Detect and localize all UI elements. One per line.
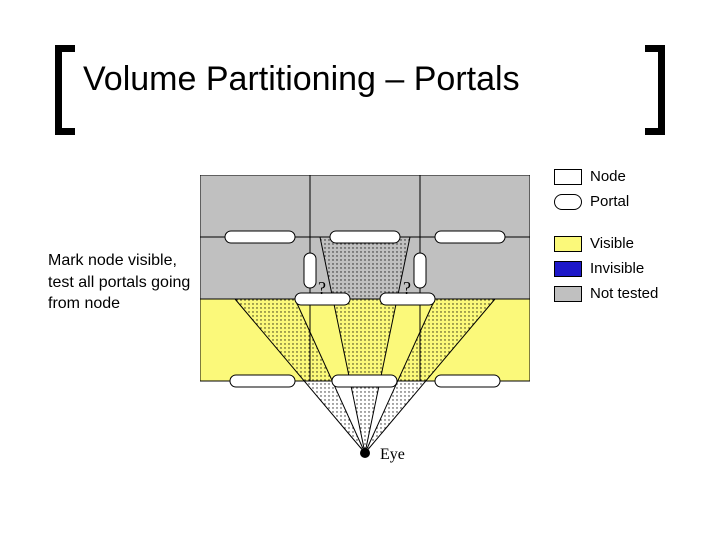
legend-portal-swatch <box>554 194 582 210</box>
cell-mid-right <box>420 237 530 299</box>
title-frame: Volume Partitioning – Portals <box>55 55 665 135</box>
question-mark-left: ? <box>318 278 326 298</box>
portal-v2 <box>414 253 426 288</box>
legend-nottested-swatch <box>554 286 582 302</box>
legend-node-label: Node <box>590 168 626 185</box>
legend-portal-label: Portal <box>590 193 629 210</box>
cell-top-left <box>200 175 310 237</box>
bracket-left-icon <box>55 45 75 135</box>
legend-visible-swatch <box>554 236 582 252</box>
portal-b3 <box>435 375 500 387</box>
legend-nottested: Not tested <box>554 285 658 302</box>
portal-v1 <box>304 253 316 288</box>
slide-title: Volume Partitioning – Portals <box>83 60 520 99</box>
legend-node-swatch <box>554 169 582 185</box>
legend-invisible: Invisible <box>554 260 644 277</box>
cell-top-mid <box>310 175 420 237</box>
portal-t2 <box>330 231 400 243</box>
eye-label: Eye <box>380 446 405 463</box>
bracket-right-icon <box>645 45 665 135</box>
portal-diagram: ? ? Eye <box>200 175 530 495</box>
portal-t3 <box>435 231 505 243</box>
legend-visible: Visible <box>554 235 634 252</box>
legend-invisible-swatch <box>554 261 582 277</box>
question-mark-right: ? <box>403 278 411 298</box>
cell-mid-left <box>200 237 310 299</box>
eye-icon <box>360 448 370 458</box>
portal-t1 <box>225 231 295 243</box>
portal-b1 <box>230 375 295 387</box>
cell-top-right <box>420 175 530 237</box>
legend-nottested-label: Not tested <box>590 285 658 302</box>
portal-b2 <box>332 375 397 387</box>
legend-portal: Portal <box>554 193 629 210</box>
legend-node: Node <box>554 168 626 185</box>
caption-text: Mark node visible, test all portals goin… <box>48 250 193 315</box>
legend-visible-label: Visible <box>590 235 634 252</box>
legend-invisible-label: Invisible <box>590 260 644 277</box>
